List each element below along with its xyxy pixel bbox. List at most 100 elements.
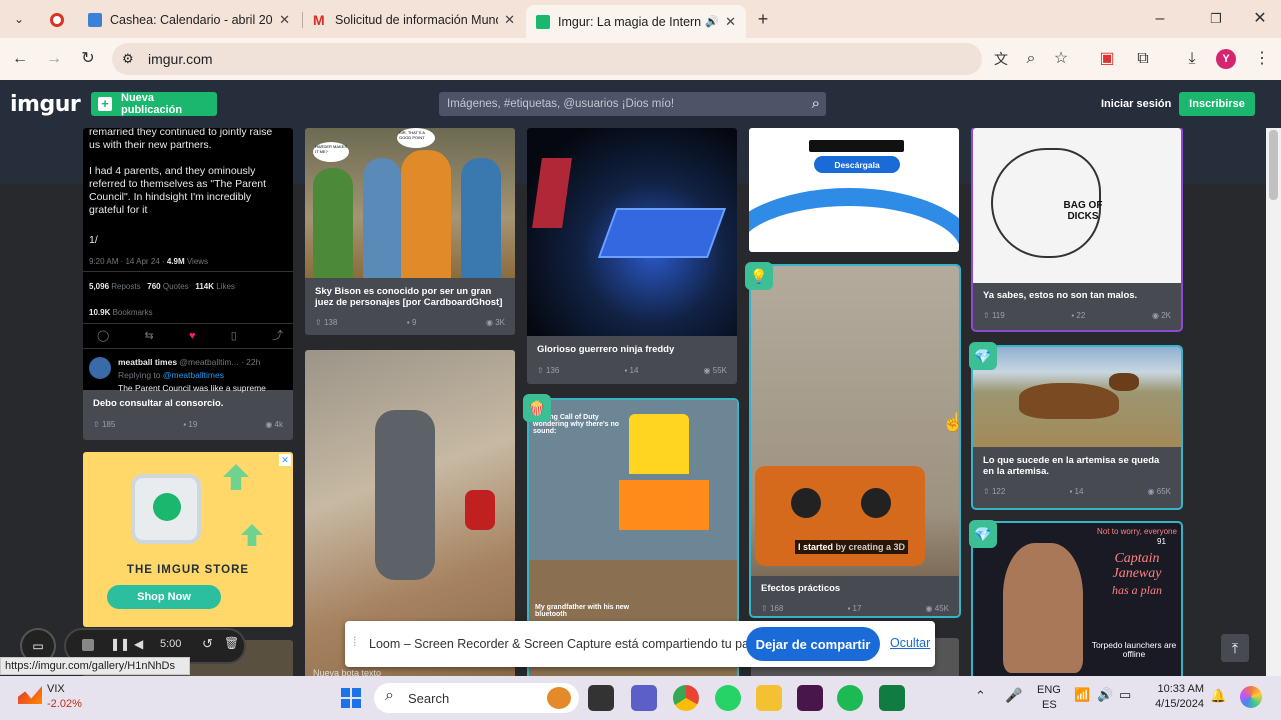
volume-icon[interactable]: 🔊 <box>1097 687 1113 703</box>
spotify-icon[interactable] <box>837 685 863 711</box>
post-card[interactable]: BAG OF DICKS Ya sabes, estos no son tan … <box>971 128 1183 332</box>
tab-search-chevron-icon[interactable]: ⌄ <box>9 9 29 29</box>
rewind-icon[interactable]: ◀ <box>134 637 143 651</box>
search-icon: ⌕ <box>385 687 394 704</box>
post-card[interactable]: Glorioso guerrero ninja freddy ⇧ 136 ▪ 14… <box>527 128 737 384</box>
maximize-icon[interactable]: ❐ <box>1206 9 1226 29</box>
profile-avatar[interactable]: Y <box>1216 49 1236 69</box>
scrollbar-thumb[interactable] <box>1269 130 1278 200</box>
video-caption: I started by creating a 3D <box>795 540 909 554</box>
stock-name: VIX <box>47 683 65 695</box>
post-stats: ⇧ 185 ▪ 19 ◉ 4k <box>93 420 283 429</box>
signin-link[interactable]: Iniciar sesión <box>1101 98 1171 110</box>
restart-icon[interactable]: ↺ <box>202 636 213 652</box>
record-tab[interactable] <box>40 5 70 35</box>
meme-text: My grandfather with his new bluetooth <box>535 604 630 618</box>
task-view-icon[interactable] <box>588 685 614 711</box>
post-card[interactable]: remarried they continued to jointly rais… <box>83 128 293 440</box>
post-card[interactable]: I started by creating a 3D Efectos práct… <box>749 264 961 618</box>
language-primary[interactable]: ENG <box>1037 684 1061 696</box>
post-stats: ⇧ 119 ▪ 22 ◉ 2K <box>983 311 1171 320</box>
ad-close-icon[interactable]: ✕ <box>279 454 291 466</box>
tab-gmail[interactable]: M Solicitud de información Mund… ✕ <box>303 5 525 35</box>
hide-link[interactable]: Ocultar <box>890 636 930 650</box>
extension-red-icon[interactable]: ▣ <box>1097 49 1117 69</box>
clock-date[interactable]: 4/15/2024 <box>1150 698 1204 710</box>
signup-button[interactable]: Inscribirse <box>1179 92 1255 116</box>
clock-time[interactable]: 10:33 AM <box>1150 683 1204 695</box>
close-window-icon[interactable]: ✕ <box>1250 9 1270 29</box>
imgur-favicon-icon <box>536 14 550 29</box>
drag-handle-icon[interactable]: ⁞ <box>353 635 356 649</box>
reload-icon[interactable]: ↻ <box>78 49 98 69</box>
close-tab-icon[interactable]: ✕ <box>279 12 290 28</box>
post-card[interactable]: Lo que sucede en la artemisa se queda en… <box>971 345 1183 510</box>
file-explorer-icon[interactable] <box>756 685 782 711</box>
tab-title: Imgur: La magia de Internet <box>558 14 702 29</box>
tweet-meta: 9:20 AM · 14 Apr 24 · 4.9M Views <box>89 257 209 266</box>
arrow-up-decor-icon <box>241 524 263 546</box>
zoom-icon[interactable]: ⌕ <box>1021 49 1041 69</box>
browser-tab-strip: ⌄ Cashea: Calendario - abril 2024 ✕ M So… <box>0 0 1281 38</box>
share-icon: ⤴ <box>272 330 283 342</box>
teams-icon[interactable] <box>631 685 657 711</box>
reply-text: The Parent Council was like a supreme <box>118 383 266 393</box>
back-icon[interactable]: ← <box>10 49 30 69</box>
copilot-icon[interactable] <box>1240 686 1262 708</box>
page-scrollbar[interactable] <box>1266 128 1281 676</box>
search-input[interactable]: Imágenes, #etiquetas, @usuarios ¡Dios mí… <box>439 92 826 116</box>
imgur-header: imgur + Nueva publicación Imágenes, #eti… <box>0 80 1281 128</box>
tab-cashea[interactable]: Cashea: Calendario - abril 2024 ✕ <box>78 5 300 35</box>
new-post-label: Nueva publicación <box>121 92 183 116</box>
new-post-button[interactable]: + Nueva publicación <box>91 92 217 116</box>
audio-playing-icon[interactable]: 🔊 <box>705 15 719 28</box>
post-title: Debo consultar al consorcio. <box>93 398 224 409</box>
battery-icon[interactable]: ▭ <box>1119 687 1131 703</box>
post-card[interactable]: Not to worry, everyone 91 Captain Janewa… <box>971 521 1183 676</box>
imgur-store-ad[interactable]: ✕ THE IMGUR STORE Shop Now <box>83 452 293 627</box>
post-card[interactable]: HARDER MAKES IT ME? SIR, THAT'S A GOOD P… <box>305 128 515 335</box>
bookmark-star-icon[interactable]: ☆ <box>1051 49 1071 69</box>
post-image <box>527 128 737 336</box>
excel-icon[interactable] <box>879 685 905 711</box>
wifi-icon[interactable]: 📶 <box>1074 687 1090 703</box>
back-to-top-icon[interactable]: ⤒ <box>1221 634 1249 662</box>
stock-chart-icon[interactable] <box>18 686 42 704</box>
telco-ad[interactable]: Descárgala <box>749 128 959 252</box>
translate-icon[interactable]: 文 <box>991 49 1011 69</box>
search-highlight-icon <box>547 687 571 709</box>
address-bar[interactable]: ⚙ imgur.com <box>112 43 982 75</box>
chrome-icon[interactable] <box>673 685 699 711</box>
tab-imgur[interactable]: Imgur: La magia de Internet 🔊 ✕ <box>526 5 746 38</box>
slack-icon[interactable] <box>797 685 823 711</box>
whatsapp-icon[interactable] <box>715 685 741 711</box>
search-icon[interactable]: ⌕ <box>812 95 820 112</box>
windows-start-icon[interactable] <box>338 685 364 711</box>
status-url: https://imgur.com/gallery/H1nNhDs <box>0 657 190 675</box>
download-icon[interactable]: ⤓ <box>1182 49 1202 69</box>
post-image: BAG OF DICKS <box>973 128 1181 283</box>
notification-bell-icon[interactable]: 🔔 <box>1210 688 1226 704</box>
forward-icon[interactable]: → <box>44 49 64 69</box>
close-tab-icon[interactable]: ✕ <box>725 14 736 30</box>
post-stats: ⇧ 136 ▪ 14 ◉ 55K <box>537 366 727 375</box>
site-settings-icon[interactable]: ⚙ <box>122 51 134 67</box>
stop-sharing-button[interactable]: Dejar de compartir <box>746 627 880 661</box>
taskbar-search-label: Search <box>408 690 450 706</box>
stop-recording-icon[interactable] <box>82 639 94 651</box>
extensions-puzzle-icon[interactable]: ⧉ <box>1133 49 1153 69</box>
download-button[interactable]: Descárgala <box>814 156 900 173</box>
diamond-badge-icon: 💎 <box>969 520 997 548</box>
taskbar-search[interactable]: ⌕ Search <box>374 683 579 713</box>
microphone-icon[interactable]: 🎤 <box>1005 687 1022 704</box>
imgur-logo[interactable]: imgur <box>10 92 81 117</box>
shop-now-button[interactable]: Shop Now <box>107 585 221 609</box>
tray-chevron-icon[interactable]: ⌃ <box>975 688 986 704</box>
minimize-icon[interactable]: – <box>1150 9 1170 29</box>
menu-kebab-icon[interactable]: ⋮ <box>1252 49 1272 69</box>
new-tab-plus-icon[interactable]: + <box>753 9 773 29</box>
trash-icon[interactable]: 🗑 <box>224 636 239 650</box>
close-tab-icon[interactable]: ✕ <box>504 12 515 28</box>
lightbulb-badge-icon: 💡 <box>745 262 773 290</box>
pause-icon[interactable]: ❚❚ <box>110 637 130 651</box>
